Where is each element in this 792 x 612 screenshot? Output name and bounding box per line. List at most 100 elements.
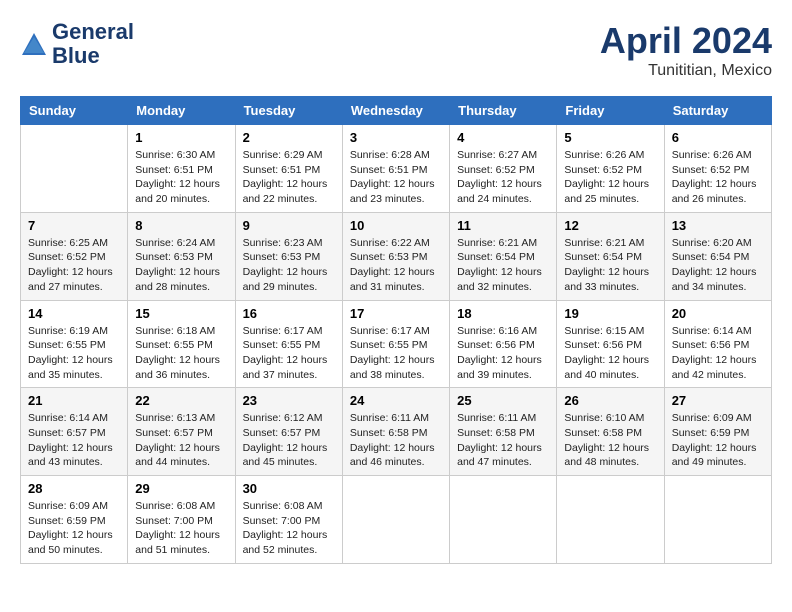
calendar-week-row: 14 Sunrise: 6:19 AMSunset: 6:55 PMDayligh… [21, 300, 772, 388]
calendar-cell: 9 Sunrise: 6:23 AMSunset: 6:53 PMDaylight… [235, 212, 342, 300]
day-info: Sunrise: 6:09 AMSunset: 6:59 PMDaylight:… [672, 411, 764, 470]
calendar-cell: 6Sunrise: 6:26 AMSunset: 6:52 PMDaylight… [664, 125, 771, 213]
calendar-table: SundayMondayTuesdayWednesdayThursdayFrid… [20, 96, 772, 564]
day-info: Sunrise: 6:26 AMSunset: 6:52 PMDaylight:… [564, 148, 656, 207]
day-number: 15 [135, 306, 227, 321]
day-number: 29 [135, 481, 227, 496]
day-number: 9 [243, 218, 335, 233]
day-info: Sunrise: 6:27 AMSunset: 6:52 PMDaylight:… [457, 148, 549, 207]
day-info: Sunrise: 6:22 AMSunset: 6:53 PMDaylight:… [350, 236, 442, 295]
calendar-cell: 4 Sunrise: 6:27 AMSunset: 6:52 PMDaylight… [450, 125, 557, 213]
weekday-header: Saturday [664, 97, 771, 125]
calendar-cell: 11 Sunrise: 6:21 AMSunset: 6:54 PMDayligh… [450, 212, 557, 300]
calendar-cell: 10 Sunrise: 6:22 AMSunset: 6:53 PMDayligh… [342, 212, 449, 300]
day-info: Sunrise: 6:14 AMSunset: 6:56 PMDaylight:… [672, 324, 764, 383]
day-info: Sunrise: 6:11 AMSunset: 6:58 PMDaylight:… [457, 411, 549, 470]
calendar-cell: 17 Sunrise: 6:17 AMSunset: 6:55 PMDayligh… [342, 300, 449, 388]
day-info: Sunrise: 6:09 AMSunset: 6:59 PMDaylight:… [28, 499, 120, 558]
day-number: 25 [457, 393, 549, 408]
day-info: Sunrise: 6:24 AMSunset: 6:53 PMDaylight:… [135, 236, 227, 295]
day-info: Sunrise: 6:15 AMSunset: 6:56 PMDaylight:… [564, 324, 656, 383]
day-info: Sunrise: 6:14 AMSunset: 6:57 PMDaylight:… [28, 411, 120, 470]
month-title: April 2024 [600, 20, 772, 62]
calendar-cell: 8 Sunrise: 6:24 AMSunset: 6:53 PMDaylight… [128, 212, 235, 300]
day-number: 12 [564, 218, 656, 233]
calendar-cell [664, 476, 771, 564]
weekday-header: Friday [557, 97, 664, 125]
day-number: 10 [350, 218, 442, 233]
calendar-cell: 19Sunrise: 6:15 AMSunset: 6:56 PMDayligh… [557, 300, 664, 388]
day-info: Sunrise: 6:08 AMSunset: 7:00 PMDaylight:… [243, 499, 335, 558]
day-info: Sunrise: 6:18 AMSunset: 6:55 PMDaylight:… [135, 324, 227, 383]
calendar-cell: 7 Sunrise: 6:25 AMSunset: 6:52 PMDaylight… [21, 212, 128, 300]
calendar-cell: 15 Sunrise: 6:18 AMSunset: 6:55 PMDayligh… [128, 300, 235, 388]
calendar-cell [557, 476, 664, 564]
weekday-header: Tuesday [235, 97, 342, 125]
calendar-cell: 23Sunrise: 6:12 AMSunset: 6:57 PMDayligh… [235, 388, 342, 476]
day-info: Sunrise: 6:16 AMSunset: 6:56 PMDaylight:… [457, 324, 549, 383]
calendar-cell [450, 476, 557, 564]
weekday-header: Sunday [21, 97, 128, 125]
day-info: Sunrise: 6:25 AMSunset: 6:52 PMDaylight:… [28, 236, 120, 295]
day-number: 22 [135, 393, 227, 408]
calendar-cell: 5 Sunrise: 6:26 AMSunset: 6:52 PMDaylight… [557, 125, 664, 213]
calendar-cell: 14 Sunrise: 6:19 AMSunset: 6:55 PMDayligh… [21, 300, 128, 388]
day-info: Sunrise: 6:20 AMSunset: 6:54 PMDaylight:… [672, 236, 764, 295]
day-number: 13 [672, 218, 764, 233]
calendar-cell: 2 Sunrise: 6:29 AMSunset: 6:51 PMDaylight… [235, 125, 342, 213]
day-number: 14 [28, 306, 120, 321]
weekday-header: Thursday [450, 97, 557, 125]
day-number: 4 [457, 130, 549, 145]
calendar-cell: 3Sunrise: 6:28 AMSunset: 6:51 PMDaylight… [342, 125, 449, 213]
calendar-cell: 12 Sunrise: 6:21 AMSunset: 6:54 PMDayligh… [557, 212, 664, 300]
day-info: Sunrise: 6:28 AMSunset: 6:51 PMDaylight:… [350, 148, 442, 207]
location-title: Tunititian, Mexico [600, 62, 772, 80]
calendar-cell: 30Sunrise: 6:08 AMSunset: 7:00 PMDayligh… [235, 476, 342, 564]
day-number: 7 [28, 218, 120, 233]
day-info: Sunrise: 6:23 AMSunset: 6:53 PMDaylight:… [243, 236, 335, 295]
header-row: SundayMondayTuesdayWednesdayThursdayFrid… [21, 97, 772, 125]
calendar-cell: 25 Sunrise: 6:11 AMSunset: 6:58 PMDayligh… [450, 388, 557, 476]
day-info: Sunrise: 6:30 AMSunset: 6:51 PMDaylight:… [135, 148, 227, 207]
calendar-cell: 13 Sunrise: 6:20 AMSunset: 6:54 PMDayligh… [664, 212, 771, 300]
calendar-cell: 28 Sunrise: 6:09 AMSunset: 6:59 PMDayligh… [21, 476, 128, 564]
day-number: 2 [243, 130, 335, 145]
day-number: 17 [350, 306, 442, 321]
calendar-cell: 21Sunrise: 6:14 AMSunset: 6:57 PMDayligh… [21, 388, 128, 476]
day-info: Sunrise: 6:29 AMSunset: 6:51 PMDaylight:… [243, 148, 335, 207]
logo: General Blue [20, 20, 134, 68]
day-number: 18 [457, 306, 549, 321]
day-info: Sunrise: 6:17 AMSunset: 6:55 PMDaylight:… [243, 324, 335, 383]
day-number: 24 [350, 393, 442, 408]
day-info: Sunrise: 6:21 AMSunset: 6:54 PMDaylight:… [564, 236, 656, 295]
calendar-cell: 20Sunrise: 6:14 AMSunset: 6:56 PMDayligh… [664, 300, 771, 388]
day-info: Sunrise: 6:10 AMSunset: 6:58 PMDaylight:… [564, 411, 656, 470]
calendar-cell: 18 Sunrise: 6:16 AMSunset: 6:56 PMDayligh… [450, 300, 557, 388]
day-number: 11 [457, 218, 549, 233]
day-number: 5 [564, 130, 656, 145]
calendar-cell: 27 Sunrise: 6:09 AMSunset: 6:59 PMDayligh… [664, 388, 771, 476]
day-info: Sunrise: 6:11 AMSunset: 6:58 PMDaylight:… [350, 411, 442, 470]
day-number: 26 [564, 393, 656, 408]
logo-text: General Blue [52, 20, 134, 68]
day-info: Sunrise: 6:21 AMSunset: 6:54 PMDaylight:… [457, 236, 549, 295]
weekday-header: Monday [128, 97, 235, 125]
calendar-cell: 26 Sunrise: 6:10 AMSunset: 6:58 PMDayligh… [557, 388, 664, 476]
day-number: 8 [135, 218, 227, 233]
calendar-week-row: 28 Sunrise: 6:09 AMSunset: 6:59 PMDayligh… [21, 476, 772, 564]
day-number: 23 [243, 393, 335, 408]
calendar-cell [21, 125, 128, 213]
day-info: Sunrise: 6:26 AMSunset: 6:52 PMDaylight:… [672, 148, 764, 207]
calendar-cell: 1Sunrise: 6:30 AMSunset: 6:51 PMDaylight… [128, 125, 235, 213]
page-header: General Blue April 2024 Tunititian, Mexi… [20, 20, 772, 80]
calendar-week-row: 7 Sunrise: 6:25 AMSunset: 6:52 PMDaylight… [21, 212, 772, 300]
day-info: Sunrise: 6:19 AMSunset: 6:55 PMDaylight:… [28, 324, 120, 383]
day-number: 27 [672, 393, 764, 408]
calendar-week-row: 21Sunrise: 6:14 AMSunset: 6:57 PMDayligh… [21, 388, 772, 476]
calendar-cell: 29Sunrise: 6:08 AMSunset: 7:00 PMDayligh… [128, 476, 235, 564]
day-info: Sunrise: 6:17 AMSunset: 6:55 PMDaylight:… [350, 324, 442, 383]
weekday-header: Wednesday [342, 97, 449, 125]
day-number: 28 [28, 481, 120, 496]
calendar-body: 1Sunrise: 6:30 AMSunset: 6:51 PMDaylight… [21, 125, 772, 564]
calendar-header: SundayMondayTuesdayWednesdayThursdayFrid… [21, 97, 772, 125]
